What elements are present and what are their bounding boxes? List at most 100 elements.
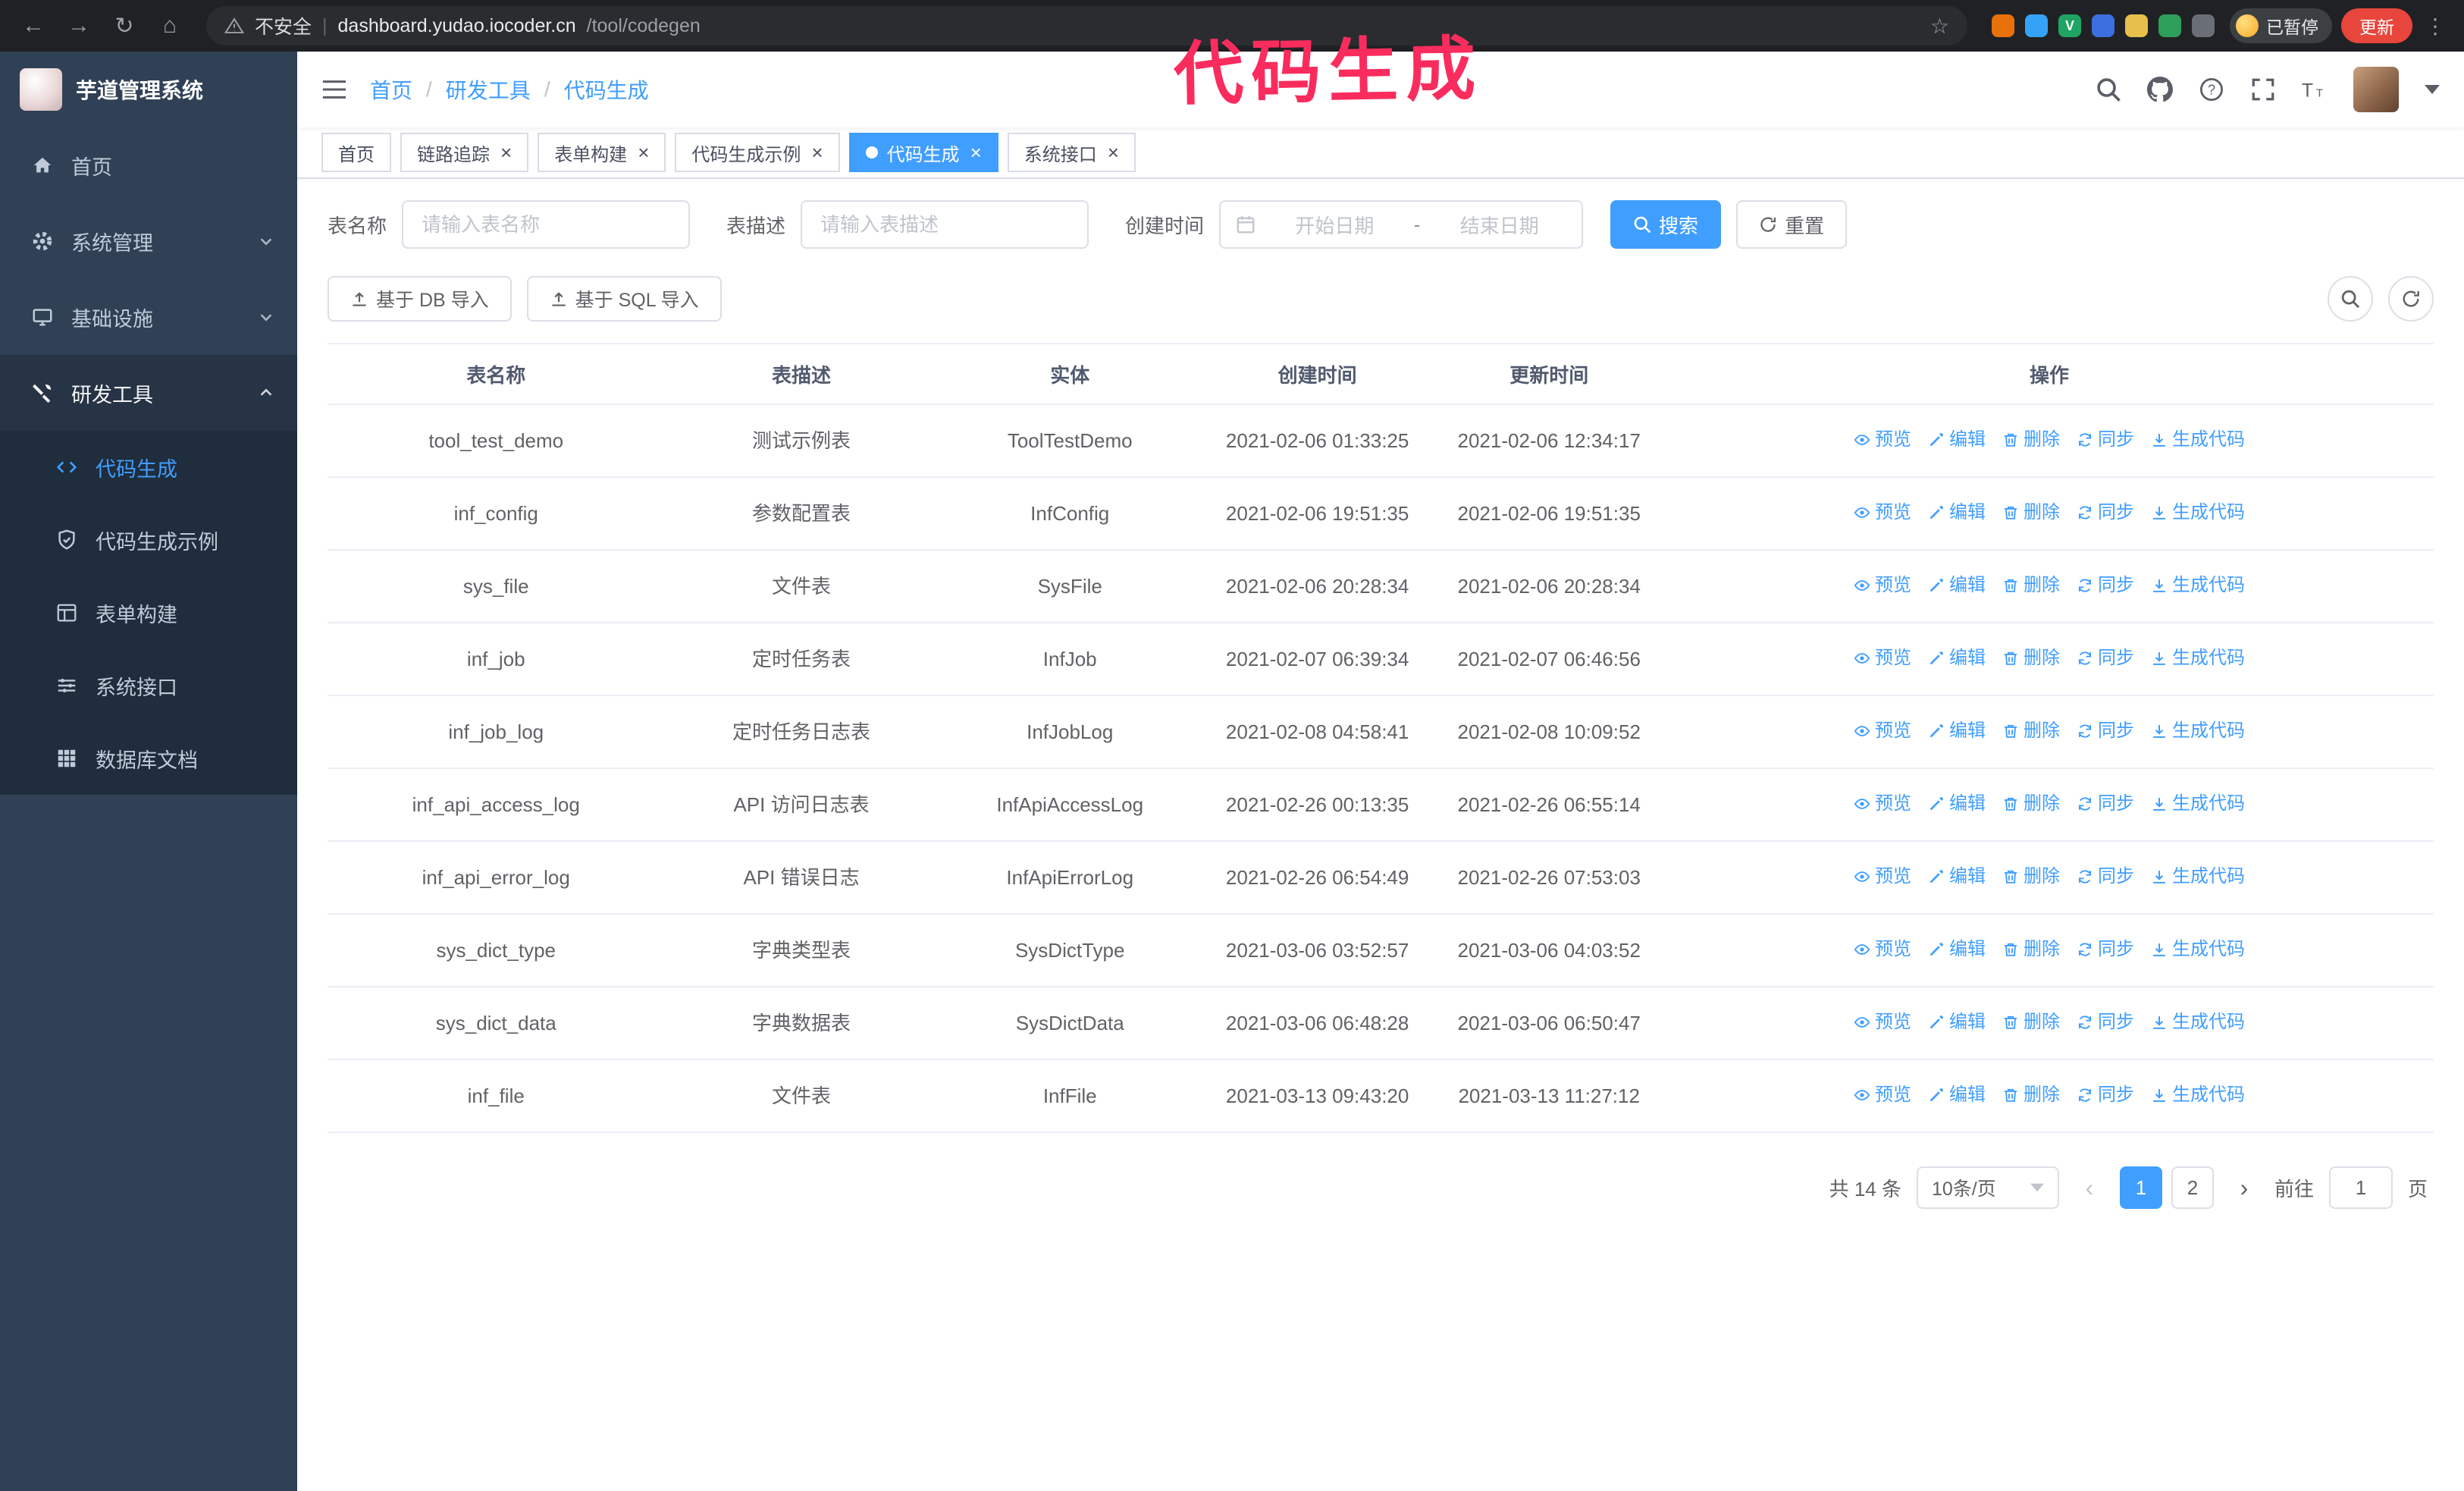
extension-icon[interactable] — [2125, 14, 2148, 37]
prev-page-button[interactable]: ‹ — [2074, 1174, 2105, 1202]
action-edit[interactable]: 编辑 — [1928, 1006, 1986, 1039]
action-delete[interactable]: 删除 — [2002, 423, 2060, 457]
action-sync[interactable]: 同步 — [2077, 423, 2134, 457]
extension-icon[interactable] — [2192, 14, 2215, 37]
tab-代码生成[interactable]: 代码生成 × — [848, 133, 998, 172]
paused-badge[interactable]: 已暂停 — [2230, 8, 2332, 43]
tab-系统接口[interactable]: 系统接口 × — [1007, 133, 1136, 172]
page-button-2[interactable]: 2 — [2171, 1166, 2214, 1209]
action-generate[interactable]: 生成代码 — [2151, 860, 2245, 893]
sidebar-item-infra[interactable]: 基础设施 — [0, 279, 297, 355]
action-preview[interactable]: 预览 — [1854, 787, 1911, 821]
fullscreen-icon[interactable] — [2250, 77, 2276, 102]
action-preview[interactable]: 预览 — [1854, 569, 1911, 602]
avatar-caret-icon[interactable] — [2425, 85, 2440, 94]
action-sync[interactable]: 同步 — [2077, 933, 2134, 966]
action-sync[interactable]: 同步 — [2077, 496, 2134, 529]
action-sync[interactable]: 同步 — [2077, 714, 2134, 748]
font-size-icon[interactable]: TT — [2302, 77, 2328, 102]
next-page-button[interactable]: › — [2229, 1174, 2259, 1202]
menu-kebab-icon[interactable]: ⋮ — [2422, 14, 2449, 39]
action-preview[interactable]: 预览 — [1854, 933, 1911, 966]
action-delete[interactable]: 删除 — [2002, 1006, 2060, 1039]
github-icon[interactable] — [2147, 77, 2173, 102]
sidebar-item-db-doc[interactable]: 数据库文档 — [0, 722, 297, 795]
page-size-select[interactable]: 10条/页 — [1916, 1166, 2059, 1209]
close-icon[interactable]: × — [500, 143, 512, 162]
search-button[interactable]: 搜索 — [1610, 200, 1722, 249]
action-preview[interactable]: 预览 — [1854, 1006, 1911, 1039]
action-generate[interactable]: 生成代码 — [2151, 933, 2245, 966]
tab-代码生成示例[interactable]: 代码生成示例 × — [675, 133, 840, 172]
extension-icon[interactable] — [1992, 14, 2014, 37]
breadcrumb-item[interactable]: 研发工具 — [446, 74, 531, 105]
action-sync[interactable]: 同步 — [2077, 860, 2134, 893]
action-preview[interactable]: 预览 — [1854, 423, 1911, 457]
action-preview[interactable]: 预览 — [1854, 714, 1911, 748]
action-generate[interactable]: 生成代码 — [2151, 714, 2245, 748]
action-generate[interactable]: 生成代码 — [2151, 642, 2245, 675]
bookmark-star-icon[interactable]: ☆ — [1930, 14, 1949, 39]
table-name-input[interactable] — [402, 200, 691, 249]
close-icon[interactable]: × — [970, 143, 982, 162]
close-icon[interactable]: × — [811, 143, 823, 162]
hamburger-icon[interactable] — [321, 78, 347, 101]
sidebar-item-system-api[interactable]: 系统接口 — [0, 649, 297, 722]
tab-表单构建[interactable]: 表单构建 × — [538, 133, 666, 172]
action-edit[interactable]: 编辑 — [1928, 1078, 1986, 1112]
table-desc-input[interactable] — [801, 200, 1089, 249]
reset-button[interactable]: 重置 — [1736, 200, 1848, 249]
import-sql-button[interactable]: 基于 SQL 导入 — [526, 276, 722, 322]
action-sync[interactable]: 同步 — [2077, 1006, 2134, 1039]
sidebar-item-system[interactable]: 系统管理 — [0, 203, 297, 279]
toggle-search-button[interactable] — [2328, 276, 2373, 322]
action-edit[interactable]: 编辑 — [1928, 569, 1986, 602]
action-generate[interactable]: 生成代码 — [2151, 1078, 2245, 1112]
update-button[interactable]: 更新 — [2341, 8, 2412, 43]
action-preview[interactable]: 预览 — [1854, 496, 1911, 529]
close-icon[interactable]: × — [1108, 143, 1119, 162]
extension-icon[interactable] — [2025, 14, 2048, 37]
action-sync[interactable]: 同步 — [2077, 569, 2134, 602]
goto-page-input[interactable] — [2328, 1166, 2393, 1209]
action-delete[interactable]: 删除 — [2002, 496, 2060, 529]
avatar[interactable] — [2353, 67, 2399, 112]
action-delete[interactable]: 删除 — [2002, 787, 2060, 821]
action-delete[interactable]: 删除 — [2002, 642, 2060, 675]
action-delete[interactable]: 删除 — [2002, 569, 2060, 602]
action-sync[interactable]: 同步 — [2077, 1078, 2134, 1112]
import-db-button[interactable]: 基于 DB 导入 — [328, 276, 512, 322]
breadcrumb-item[interactable]: 代码生成 — [564, 74, 649, 105]
action-generate[interactable]: 生成代码 — [2151, 423, 2245, 457]
action-delete[interactable]: 删除 — [2002, 860, 2060, 893]
action-edit[interactable]: 编辑 — [1928, 423, 1986, 457]
action-generate[interactable]: 生成代码 — [2151, 569, 2245, 602]
sidebar-item-codegen-example[interactable]: 代码生成示例 — [0, 504, 297, 576]
action-preview[interactable]: 预览 — [1854, 860, 1911, 893]
reload-icon[interactable]: ↻ — [106, 8, 143, 44]
extension-icon[interactable] — [2092, 14, 2114, 37]
action-edit[interactable]: 编辑 — [1928, 642, 1986, 675]
action-edit[interactable]: 编辑 — [1928, 787, 1986, 821]
action-delete[interactable]: 删除 — [2002, 1078, 2060, 1112]
action-preview[interactable]: 预览 — [1854, 642, 1911, 675]
action-delete[interactable]: 删除 — [2002, 933, 2060, 966]
close-icon[interactable]: × — [638, 143, 649, 162]
action-generate[interactable]: 生成代码 — [2151, 1006, 2245, 1039]
tab-首页[interactable]: 首页 — [321, 133, 391, 172]
extension-icon[interactable]: V — [2058, 14, 2081, 37]
action-sync[interactable]: 同步 — [2077, 787, 2134, 821]
action-edit[interactable]: 编辑 — [1928, 714, 1986, 748]
page-button-1[interactable]: 1 — [2119, 1166, 2162, 1209]
sidebar-item-home[interactable]: 首页 — [0, 127, 297, 203]
sidebar-item-form-builder[interactable]: 表单构建 — [0, 576, 297, 649]
breadcrumb-item[interactable]: 首页 — [370, 74, 412, 105]
help-icon[interactable]: ? — [2199, 77, 2224, 102]
address-bar[interactable]: 不安全 | dashboard.yudao.iocoder.cn/tool/co… — [206, 6, 1967, 46]
forward-icon[interactable]: → — [61, 8, 97, 44]
back-icon[interactable]: ← — [15, 8, 52, 44]
home-icon[interactable]: ⌂ — [152, 8, 188, 44]
sidebar-item-codegen[interactable]: 代码生成 — [0, 431, 297, 504]
action-edit[interactable]: 编辑 — [1928, 933, 1986, 966]
sidebar-item-devtools[interactable]: 研发工具 — [0, 355, 297, 431]
